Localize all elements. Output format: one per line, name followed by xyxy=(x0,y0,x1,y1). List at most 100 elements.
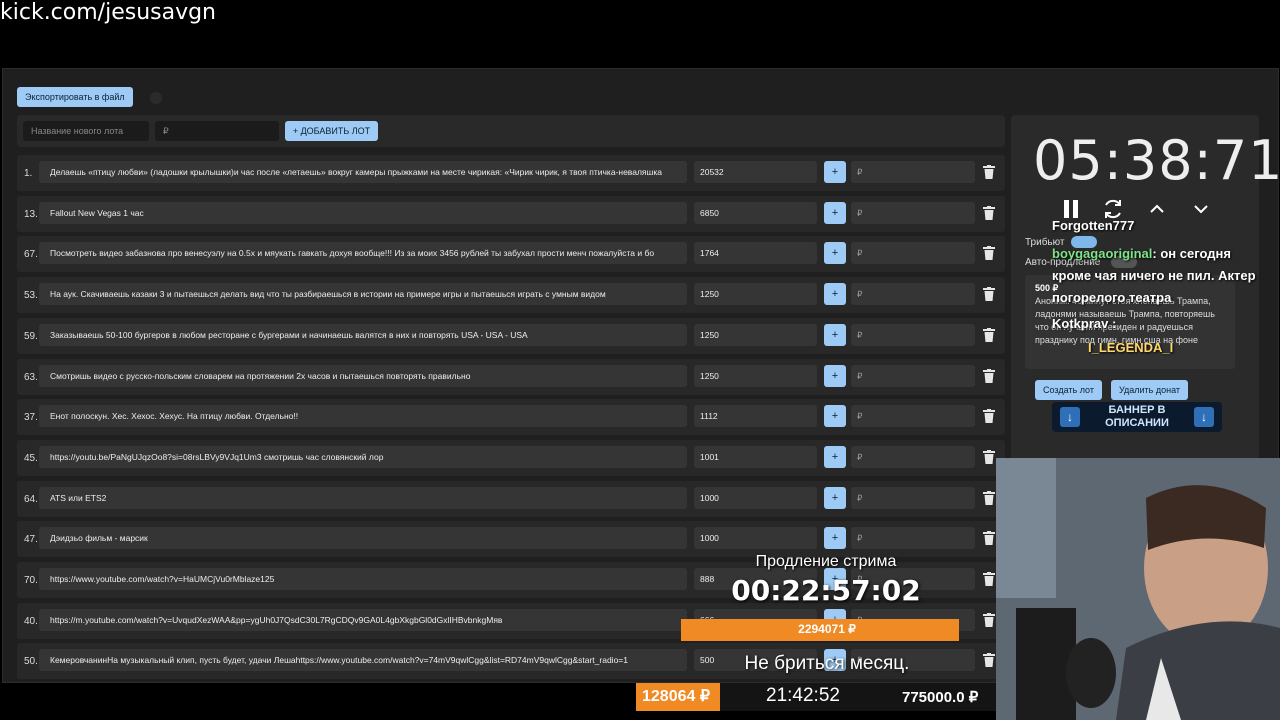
lot-value-input[interactable]: 1001 xyxy=(694,445,817,468)
lot-number: 63. xyxy=(24,371,38,383)
lot-name-input[interactable]: Заказываешь 50-100 бургеров в любом рест… xyxy=(39,323,687,346)
lot-value-input[interactable]: 1250 xyxy=(694,283,817,306)
lot-name-input[interactable]: ATS или ETS2 xyxy=(39,486,687,509)
lot-add-button[interactable]: + xyxy=(824,364,846,387)
lot-add-button[interactable]: + xyxy=(824,405,846,428)
lot-number: 37. xyxy=(24,412,38,424)
lot-amount-input[interactable]: ₽ xyxy=(851,283,975,306)
lot-add-button[interactable]: + xyxy=(824,445,846,468)
lot-number: 67. xyxy=(24,249,38,261)
lot-number: 59. xyxy=(24,330,38,342)
export-button[interactable]: Экспортировать в файл xyxy=(17,87,133,107)
delete-donate-button[interactable]: Удалить донат xyxy=(1111,380,1189,400)
status-dot xyxy=(150,92,162,104)
lot-row: 47. Дэидзьо фильм - марсик 1000 + ₽ xyxy=(17,521,1005,558)
subtitle-overlay: Не бриться месяц. xyxy=(744,653,910,674)
lot-name-input[interactable]: https://www.youtube.com/watch?v=HaUMCjVu… xyxy=(39,568,687,590)
create-lot-button[interactable]: Создать лот xyxy=(1035,380,1102,400)
banner-overlay: ↓ БАННЕР В ОПИСАНИИ ↓ xyxy=(1052,402,1222,432)
extension-progress-bar: 2294071 ₽ xyxy=(681,619,959,641)
bottom-stats-bar: 128064 ₽ 21:42:52 775000.0 ₽ xyxy=(636,683,996,711)
trash-icon[interactable] xyxy=(983,612,995,627)
lot-add-button[interactable]: + xyxy=(824,161,846,183)
trash-icon[interactable] xyxy=(983,449,995,464)
auction-timer: 05:38:71 xyxy=(1033,129,1280,192)
lot-value-input[interactable]: 1250 xyxy=(694,323,817,346)
lot-row: 37. Енот полоскун. Хес. Хехос. Хехус. На … xyxy=(17,399,1005,436)
trash-icon[interactable] xyxy=(983,490,995,505)
add-lot-button[interactable]: + ДОБАВИТЬ ЛОТ xyxy=(285,121,378,141)
lot-amount-input[interactable]: ₽ xyxy=(851,405,975,428)
trash-icon[interactable] xyxy=(983,287,995,302)
lot-name-input[interactable]: Делаешь «птицу любви» (ладошки крылышки)… xyxy=(39,161,687,183)
lot-amount-input[interactable]: ₽ xyxy=(851,527,975,550)
lot-add-button[interactable]: + xyxy=(824,527,846,550)
chevron-up-icon[interactable] xyxy=(1145,197,1169,221)
trash-icon[interactable] xyxy=(983,327,995,342)
webcam-feed xyxy=(996,458,1280,720)
lot-number: 64. xyxy=(24,493,38,505)
lot-number: 70. xyxy=(24,575,38,586)
lot-amount-input[interactable]: ₽ xyxy=(851,364,975,387)
lot-add-button[interactable]: + xyxy=(824,201,846,224)
lot-row: 1. Делаешь «птицу любви» (ладошки крылышк… xyxy=(17,155,1005,191)
lot-amount-input[interactable]: ₽ xyxy=(851,323,975,346)
lot-amount-input[interactable]: ₽ xyxy=(851,445,975,468)
lot-number: 45. xyxy=(24,452,38,464)
lot-name-input[interactable]: Fallout New Vegas 1 час xyxy=(39,201,687,224)
extension-label: Продление стрима xyxy=(755,553,897,570)
lot-value-input[interactable]: 1250 xyxy=(694,364,817,387)
lot-add-button[interactable]: + xyxy=(824,486,846,509)
chevron-down-icon[interactable] xyxy=(1189,197,1213,221)
lot-amount-input[interactable]: ₽ xyxy=(851,201,975,224)
trash-icon[interactable] xyxy=(983,165,995,179)
arrow-down-icon: ↓ xyxy=(1194,407,1214,427)
lot-add-button[interactable]: + xyxy=(824,323,846,346)
lot-value-input[interactable]: 1764 xyxy=(694,242,817,265)
lot-value-input[interactable]: 1000 xyxy=(694,527,817,550)
chat-message: : он сегодня xyxy=(1152,246,1231,261)
lot-name-input[interactable]: Енот полоскун. Хес. Хехос. Хехус. На пти… xyxy=(39,405,687,428)
lot-value-input[interactable]: 1000 xyxy=(694,486,817,509)
lot-name-input[interactable]: https://m.youtube.com/watch?v=UvqudXezWA… xyxy=(39,608,687,631)
new-lot-price-input[interactable]: ₽ xyxy=(155,121,279,141)
lot-amount-input[interactable]: ₽ xyxy=(851,486,975,509)
lot-name-input[interactable]: Смотришь видео с русско-польским словаре… xyxy=(39,364,687,387)
trash-icon[interactable] xyxy=(983,572,995,586)
trash-icon[interactable] xyxy=(983,205,995,220)
lot-name-input[interactable]: КемеровчанинНа музыкальный клип, пусть б… xyxy=(39,649,687,672)
lot-value-input[interactable]: 1112 xyxy=(694,405,817,428)
trash-icon[interactable] xyxy=(983,531,995,546)
trash-icon[interactable] xyxy=(983,246,995,261)
stream-url: kick.com/jesusavgn xyxy=(0,0,217,25)
lot-amount-input[interactable]: ₽ xyxy=(851,242,975,265)
chat-username: boygagaoriginal xyxy=(1052,246,1153,261)
chat-line: Forgotten777 xyxy=(1052,218,1135,233)
chat-overlay: Forgotten777 boygagaoriginal: он сегодня… xyxy=(1048,218,1280,362)
lot-add-button[interactable]: + xyxy=(824,242,846,265)
lot-row: 64. ATS или ETS2 1000 + ₽ xyxy=(17,480,1005,517)
lot-name-input[interactable]: На аук. Скачиваешь казаки 3 и пытаешься … xyxy=(39,283,687,306)
trash-icon[interactable] xyxy=(983,409,995,424)
lot-value-input[interactable]: 20532 xyxy=(694,161,817,183)
lot-name-input[interactable]: https://youtu.be/PaNgUJqzOo8?si=08rsLBVy… xyxy=(39,445,687,468)
bottom-clock: 21:42:52 xyxy=(766,685,840,706)
lot-name-input[interactable]: Посмотреть видео забазнова про венесуэлу… xyxy=(39,242,687,265)
chat-line: Kotkprav : xyxy=(1052,316,1117,331)
lot-add-button[interactable]: + xyxy=(824,283,846,306)
extension-bar-value: 2294071 ₽ xyxy=(798,622,856,636)
banner-text: БАННЕР В ОПИСАНИИ xyxy=(1105,404,1169,429)
lot-row: 67. Посмотреть видео забазнова про венесу… xyxy=(17,236,1005,273)
lot-name-input[interactable]: Дэидзьо фильм - марсик xyxy=(39,527,687,550)
trash-icon[interactable] xyxy=(983,368,995,383)
lot-number: 53. xyxy=(24,290,38,302)
chat-line: I_LEGENDA_I xyxy=(1088,340,1174,355)
lot-number: 50. xyxy=(24,656,38,668)
new-lot-name-input[interactable]: Название нового лота xyxy=(23,121,149,141)
arrow-down-icon: ↓ xyxy=(1060,407,1080,427)
lot-value-input[interactable]: 6850 xyxy=(694,201,817,224)
chat-line: кроме чая ничего не пил. Актер xyxy=(1052,268,1256,283)
lot-number: 1. xyxy=(24,168,33,179)
lot-amount-input[interactable]: ₽ xyxy=(851,161,975,183)
lot-number: 13. xyxy=(24,208,38,220)
